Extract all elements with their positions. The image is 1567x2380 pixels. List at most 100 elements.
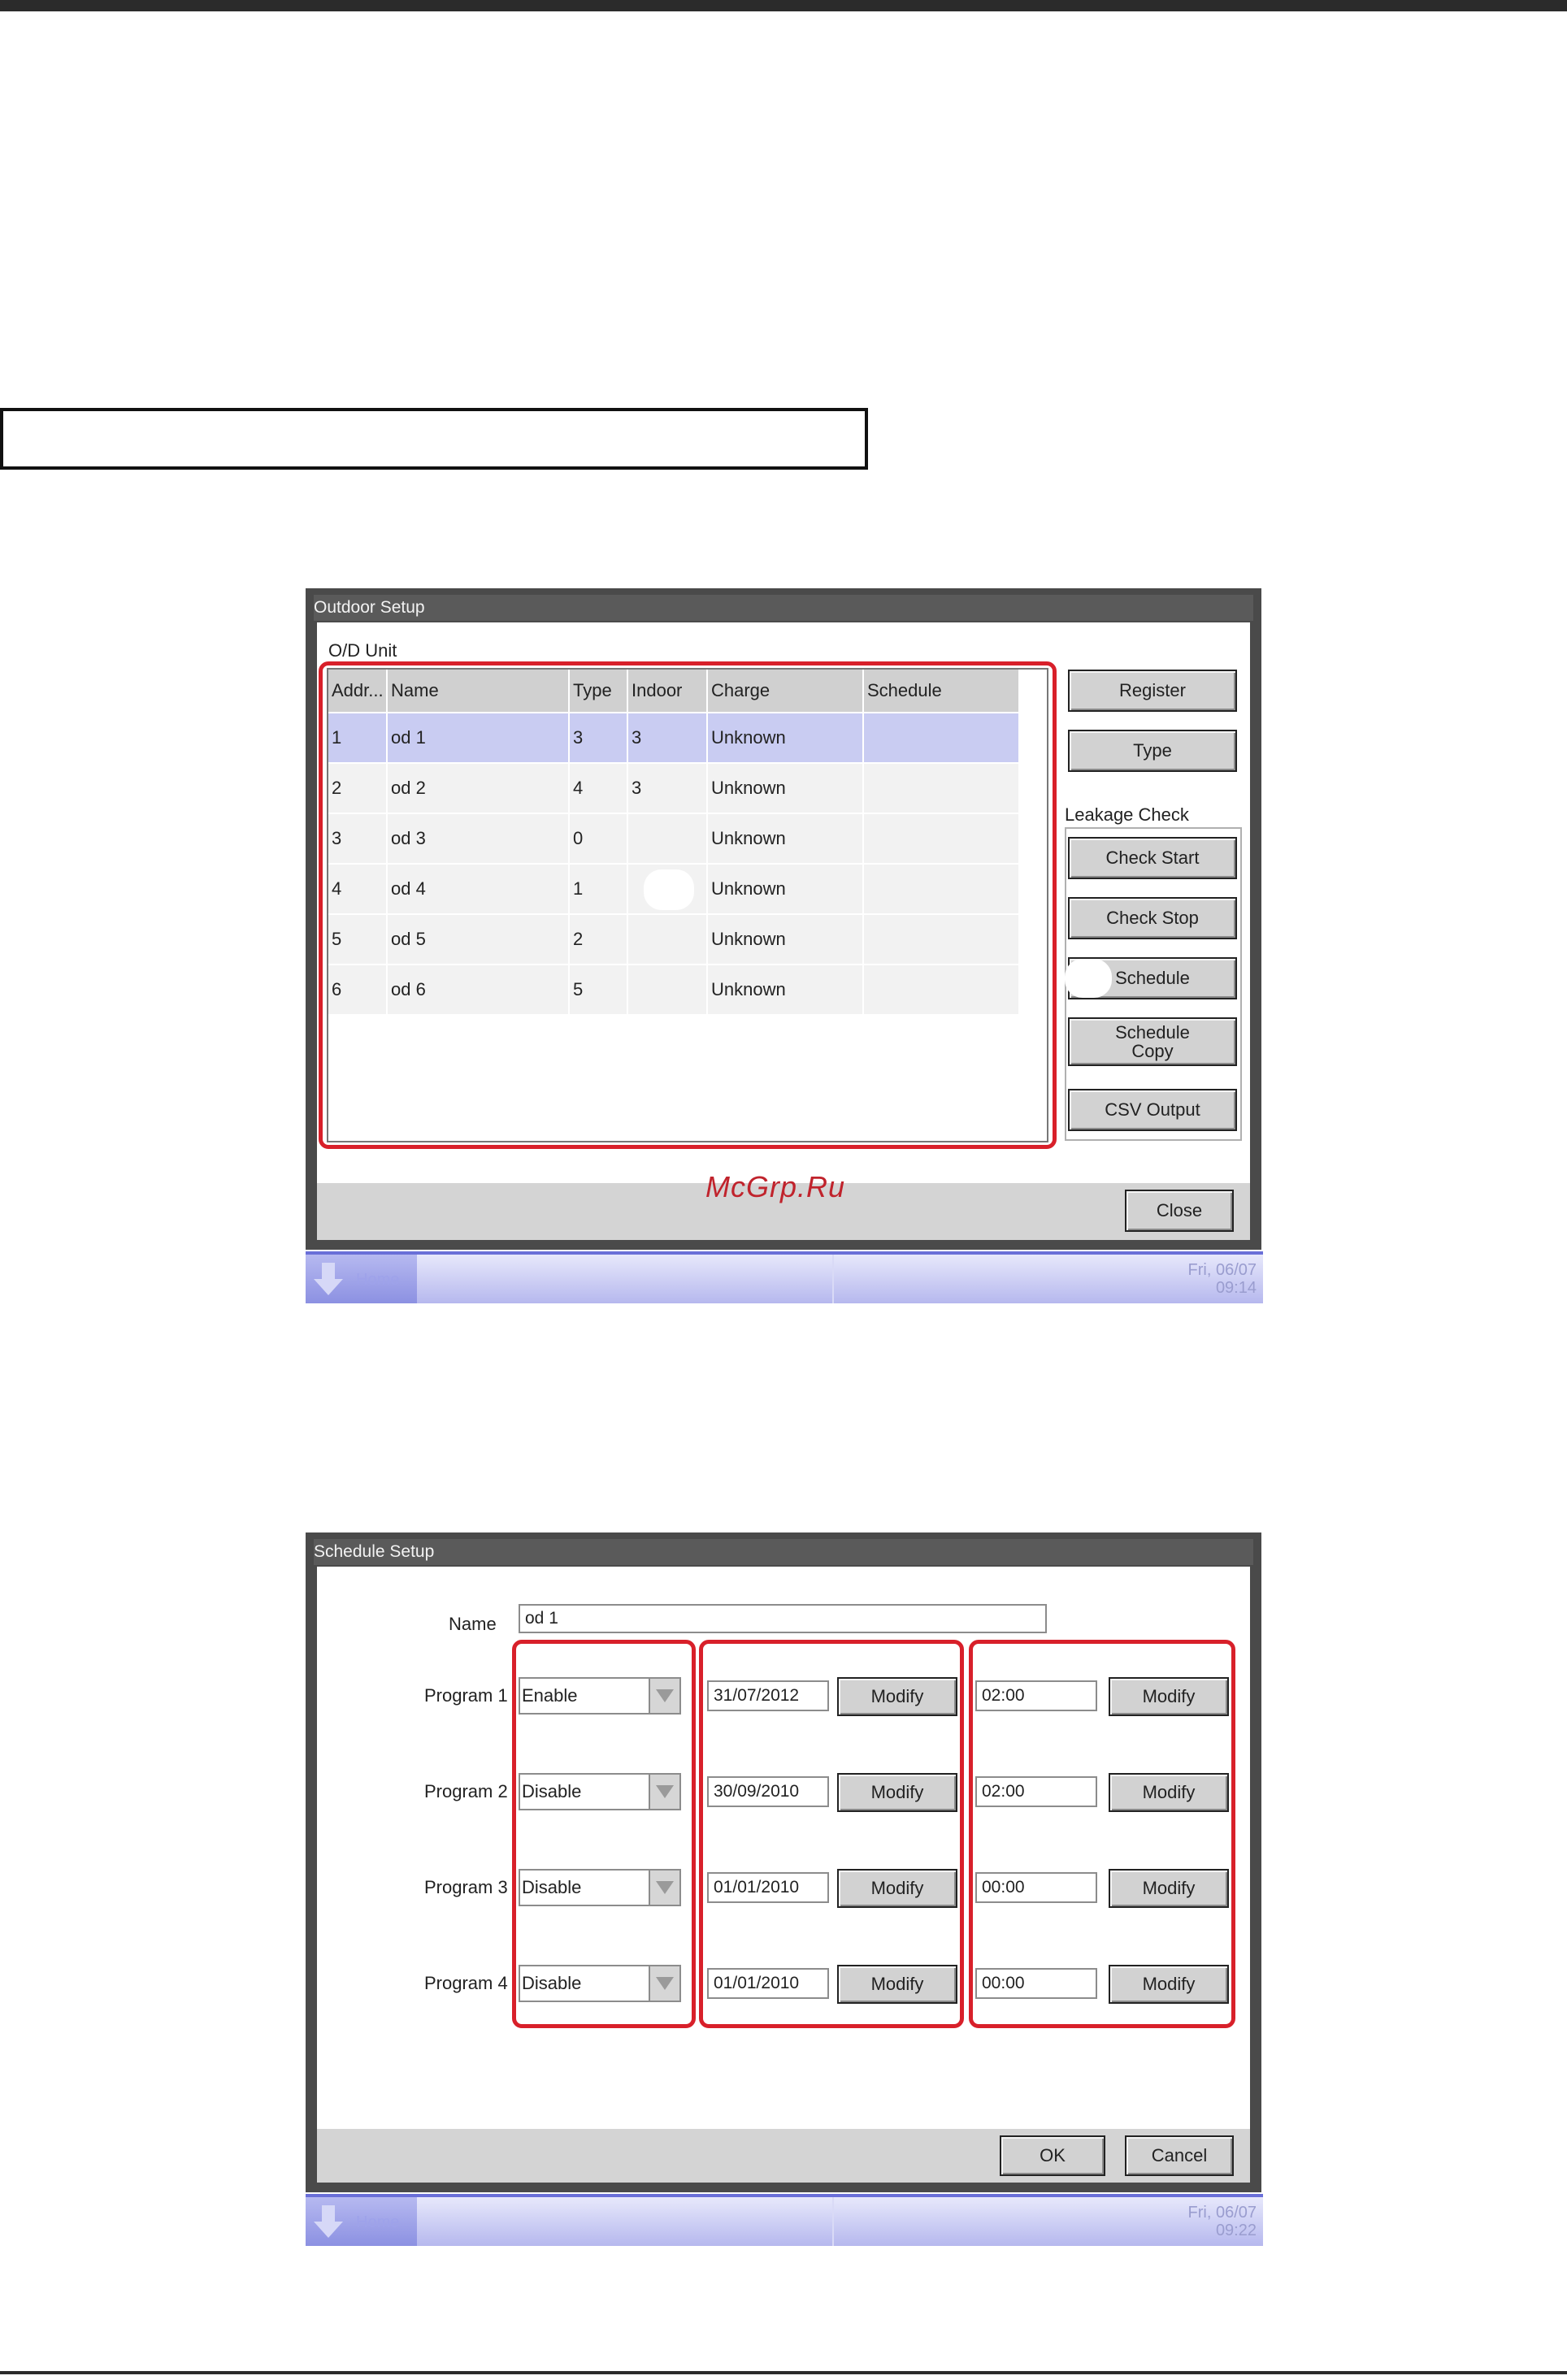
chevron-down-icon[interactable] bbox=[649, 1775, 679, 1809]
schedule-cell bbox=[863, 913, 1020, 965]
charge-cell: Unknown bbox=[707, 762, 864, 813]
table-row[interactable]: 5 od 5 2 Unknown bbox=[328, 913, 1020, 965]
indoor-cell: 3 bbox=[627, 762, 708, 813]
table-row[interactable]: 2 od 2 4 3 Unknown bbox=[328, 762, 1020, 813]
chevron-down-icon[interactable] bbox=[649, 1871, 679, 1905]
window-title: Schedule Setup bbox=[314, 1539, 1253, 1565]
modify-date-button[interactable]: Modify bbox=[837, 1677, 957, 1716]
program-date-field[interactable]: 01/01/2010 bbox=[707, 1968, 829, 1999]
program-state-select[interactable]: Disable bbox=[519, 1869, 681, 1906]
watermark: McGrp.Ru bbox=[705, 1170, 846, 1203]
charge-cell: Unknown bbox=[707, 964, 864, 1014]
charge-cell: Unknown bbox=[707, 813, 864, 864]
name-cell: od 2 bbox=[387, 762, 570, 813]
schedule-copy-button[interactable]: Schedule Copy bbox=[1068, 1017, 1237, 1066]
name-cell: od 3 bbox=[387, 813, 570, 864]
type-cell: 0 bbox=[569, 813, 628, 864]
name-cell: od 1 bbox=[387, 712, 570, 763]
indoor-cell bbox=[627, 964, 708, 1014]
program-label: Program 2 bbox=[424, 1781, 508, 1801]
type-cell: 1 bbox=[569, 863, 628, 914]
schedule-cell bbox=[863, 813, 1020, 864]
type-cell: 3 bbox=[569, 712, 628, 763]
name-cell: od 6 bbox=[387, 964, 570, 1014]
column-header-name[interactable]: Name bbox=[387, 670, 570, 713]
modify-date-button[interactable]: Modify bbox=[837, 1773, 957, 1812]
program-time-field[interactable]: 02:00 bbox=[975, 1680, 1097, 1711]
ok-button[interactable]: OK bbox=[1000, 2135, 1105, 2176]
window-title: Outdoor Setup bbox=[314, 595, 1253, 621]
charge-cell: Unknown bbox=[707, 863, 864, 914]
check-stop-button[interactable]: Check Stop bbox=[1068, 897, 1237, 939]
program-label: Program 3 bbox=[424, 1877, 508, 1897]
image-blemish bbox=[1065, 959, 1112, 998]
program-state-value: Disable bbox=[522, 1781, 582, 1801]
indoor-cell bbox=[627, 813, 708, 864]
down-arrow-icon bbox=[314, 2205, 343, 2238]
charge-cell: Unknown bbox=[707, 913, 864, 965]
program-label: Program 1 bbox=[424, 1685, 508, 1706]
program-date-field[interactable]: 31/07/2012 bbox=[707, 1680, 829, 1711]
schedule-cell bbox=[863, 863, 1020, 914]
down-arrow-icon bbox=[314, 1263, 343, 1295]
modify-time-button[interactable]: Modify bbox=[1109, 1869, 1229, 1908]
check-start-button[interactable]: Check Start bbox=[1068, 837, 1237, 879]
table-row[interactable]: 1 od 1 3 3 Unknown bbox=[328, 712, 1020, 763]
csv-output-button[interactable]: CSV Output bbox=[1068, 1089, 1237, 1131]
bottom-rule bbox=[0, 2371, 1567, 2374]
status-bar: Home Fri, 06/07 09:22 bbox=[306, 2194, 1263, 2246]
column-header-address[interactable]: Addr... bbox=[328, 670, 388, 713]
program-state-select[interactable]: Disable bbox=[519, 1773, 681, 1810]
modify-time-button[interactable]: Modify bbox=[1109, 1773, 1229, 1812]
address-cell: 5 bbox=[328, 913, 388, 965]
status-clock: Fri, 06/07 09:14 bbox=[1187, 1261, 1257, 1297]
name-cell: od 5 bbox=[387, 913, 570, 965]
schedule-cell bbox=[863, 712, 1020, 763]
program-time-field[interactable]: 02:00 bbox=[975, 1776, 1097, 1807]
register-button[interactable]: Register bbox=[1068, 670, 1237, 712]
status-divider bbox=[832, 1255, 834, 1303]
address-cell: 3 bbox=[328, 813, 388, 864]
table-row[interactable]: 3 od 3 0 Unknown bbox=[328, 813, 1020, 864]
name-cell: od 4 bbox=[387, 863, 570, 914]
column-header-type[interactable]: Type bbox=[569, 670, 628, 713]
schedule-cell bbox=[863, 964, 1020, 1014]
program-time-field[interactable]: 00:00 bbox=[975, 1968, 1097, 1999]
address-cell: 4 bbox=[328, 863, 388, 914]
window-footer bbox=[317, 2129, 1250, 2183]
column-header-charge[interactable]: Charge bbox=[707, 670, 864, 713]
modify-date-button[interactable]: Modify bbox=[837, 1869, 957, 1908]
modify-date-button[interactable]: Modify bbox=[837, 1965, 957, 2004]
status-bar: Home Fri, 06/07 09:14 bbox=[306, 1251, 1263, 1303]
window-body bbox=[317, 1567, 1250, 2129]
column-header-schedule[interactable]: Schedule bbox=[863, 670, 1020, 713]
indoor-cell: 3 bbox=[627, 712, 708, 763]
image-blemish bbox=[644, 869, 694, 910]
name-label: Name bbox=[449, 1614, 497, 1634]
chevron-down-icon[interactable] bbox=[649, 1966, 679, 2001]
chevron-down-icon[interactable] bbox=[649, 1679, 679, 1713]
program-state-value: Disable bbox=[522, 1877, 582, 1897]
program-state-select[interactable]: Enable bbox=[519, 1677, 681, 1715]
type-button[interactable]: Type bbox=[1068, 730, 1237, 772]
column-header-indoor[interactable]: Indoor bbox=[627, 670, 708, 713]
home-button[interactable]: Home bbox=[306, 1255, 417, 1303]
od-unit-table: Addr... Name Type Indoor Charge Schedule… bbox=[328, 670, 1020, 1014]
type-cell: 5 bbox=[569, 964, 628, 1014]
table-row[interactable]: 6 od 6 5 Unknown bbox=[328, 964, 1020, 1014]
status-clock: Fri, 06/07 09:22 bbox=[1187, 2204, 1257, 2239]
modify-time-button[interactable]: Modify bbox=[1109, 1965, 1229, 2004]
modify-time-button[interactable]: Modify bbox=[1109, 1677, 1229, 1716]
name-field[interactable]: od 1 bbox=[519, 1604, 1047, 1633]
cancel-button[interactable]: Cancel bbox=[1125, 2135, 1234, 2176]
type-cell: 4 bbox=[569, 762, 628, 813]
od-unit-label: O/D Unit bbox=[328, 640, 397, 661]
program-time-field[interactable]: 00:00 bbox=[975, 1872, 1097, 1903]
program-label: Program 4 bbox=[424, 1973, 508, 1993]
program-date-field[interactable]: 01/01/2010 bbox=[707, 1872, 829, 1903]
program-state-select[interactable]: Disable bbox=[519, 1965, 681, 2002]
close-button[interactable]: Close bbox=[1125, 1190, 1234, 1232]
program-date-field[interactable]: 30/09/2010 bbox=[707, 1776, 829, 1807]
home-button[interactable]: Home bbox=[306, 2197, 417, 2246]
heading-box bbox=[0, 408, 868, 470]
